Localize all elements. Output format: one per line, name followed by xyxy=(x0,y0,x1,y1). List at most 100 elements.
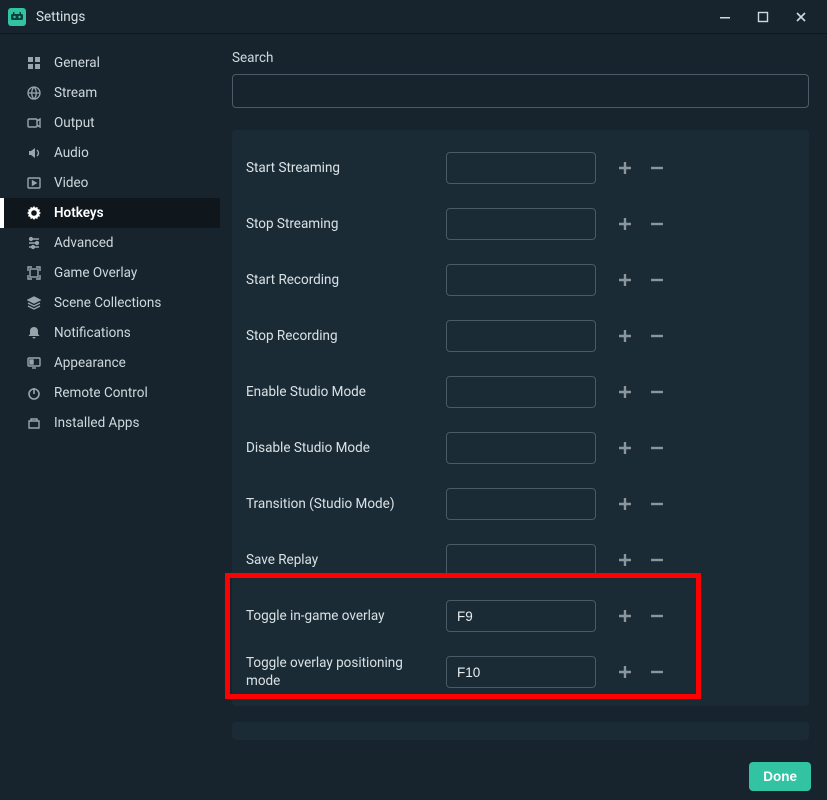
nav-label: Hotkeys xyxy=(54,205,104,221)
hotkey-input-save-replay[interactable] xyxy=(446,544,596,576)
nav-label: Installed Apps xyxy=(54,415,139,431)
nav-item-audio[interactable]: Audio xyxy=(0,138,220,168)
nav-item-notifications[interactable]: Notifications xyxy=(0,318,220,348)
hotkey-input-start-recording[interactable] xyxy=(446,264,596,296)
nav-label: Notifications xyxy=(54,325,131,341)
hotkey-label: Toggle overlay positioning mode xyxy=(246,654,446,690)
remove-hotkey-button[interactable] xyxy=(648,327,666,345)
maximize-button[interactable] xyxy=(745,3,781,31)
apps-icon xyxy=(26,415,42,431)
nav-label: Advanced xyxy=(54,235,114,251)
search-label: Search xyxy=(232,50,809,66)
power-icon xyxy=(26,385,42,401)
nav-label: Game Overlay xyxy=(54,265,137,281)
hotkey-input-start-streaming[interactable] xyxy=(446,152,596,184)
add-hotkey-button[interactable] xyxy=(616,495,634,513)
remove-hotkey-button[interactable] xyxy=(648,495,666,513)
titlebar: Settings xyxy=(0,0,827,34)
hotkey-input-disable-studio[interactable] xyxy=(446,432,596,464)
remove-hotkey-button[interactable] xyxy=(648,215,666,233)
hotkey-input-toggle-overlay[interactable] xyxy=(446,600,596,632)
done-button[interactable]: Done xyxy=(749,762,811,791)
remove-hotkey-button[interactable] xyxy=(648,607,666,625)
nav-label: Stream xyxy=(54,85,97,101)
hotkey-row-disable-studio: Disable Studio Mode xyxy=(246,420,791,476)
window-title: Settings xyxy=(36,9,707,25)
nav-item-output[interactable]: Output xyxy=(0,108,220,138)
nav-label: Output xyxy=(54,115,95,131)
nav-label: Audio xyxy=(54,145,89,161)
remove-hotkey-button[interactable] xyxy=(648,439,666,457)
hotkey-row-stop-recording: Stop Recording xyxy=(246,308,791,364)
appearance-icon xyxy=(26,355,42,371)
hotkey-input-stop-recording[interactable] xyxy=(446,320,596,352)
hotkey-row-stop-streaming: Stop Streaming xyxy=(246,196,791,252)
app-icon xyxy=(8,8,26,26)
add-hotkey-button[interactable] xyxy=(616,327,634,345)
main: Search Start Streaming Stop Streaming xyxy=(220,34,827,752)
sidebar: General Stream Output Audio Video Hotkey… xyxy=(0,34,220,752)
nav-item-general[interactable]: General xyxy=(0,48,220,78)
nav-item-installed-apps[interactable]: Installed Apps xyxy=(0,408,220,438)
nav-label: Remote Control xyxy=(54,385,148,401)
nav-item-appearance[interactable]: Appearance xyxy=(0,348,220,378)
remove-hotkey-button[interactable] xyxy=(648,551,666,569)
overlay-icon xyxy=(26,265,42,281)
add-hotkey-button[interactable] xyxy=(616,271,634,289)
nav-item-stream[interactable]: Stream xyxy=(0,78,220,108)
remove-hotkey-button[interactable] xyxy=(648,663,666,681)
hotkey-label: Stop Recording xyxy=(246,327,446,345)
bell-icon xyxy=(26,325,42,341)
window-controls xyxy=(707,3,819,31)
hotkey-label: Enable Studio Mode xyxy=(246,383,446,401)
close-button[interactable] xyxy=(783,3,819,31)
add-hotkey-button[interactable] xyxy=(616,159,634,177)
grid-icon xyxy=(26,55,42,71)
hotkey-row-save-replay: Save Replay xyxy=(246,532,791,588)
hotkeys-panel: Start Streaming Stop Streaming Start Rec… xyxy=(232,130,809,706)
footer: Done xyxy=(0,752,827,800)
nav-item-remote-control[interactable]: Remote Control xyxy=(0,378,220,408)
nav-item-advanced[interactable]: Advanced xyxy=(0,228,220,258)
nav-item-game-overlay[interactable]: Game Overlay xyxy=(0,258,220,288)
nav-label: General xyxy=(54,55,100,71)
hotkey-input-transition[interactable] xyxy=(446,488,596,520)
add-hotkey-button[interactable] xyxy=(616,439,634,457)
remove-hotkey-button[interactable] xyxy=(648,383,666,401)
hotkey-label: Toggle in-game overlay xyxy=(246,607,446,625)
remove-hotkey-button[interactable] xyxy=(648,159,666,177)
hotkey-label: Disable Studio Mode xyxy=(246,439,446,457)
nav-item-hotkeys[interactable]: Hotkeys xyxy=(0,198,220,228)
hotkey-row-toggle-overlay: Toggle in-game overlay xyxy=(246,588,791,644)
gear-icon xyxy=(26,205,42,221)
nav-label: Scene Collections xyxy=(54,295,161,311)
nav-label: Appearance xyxy=(54,355,126,371)
hotkey-row-start-streaming: Start Streaming xyxy=(246,140,791,196)
hotkey-input-enable-studio[interactable] xyxy=(446,376,596,408)
nav-label: Video xyxy=(54,175,88,191)
hotkey-row-toggle-positioning: Toggle overlay positioning mode xyxy=(246,644,791,700)
add-hotkey-button[interactable] xyxy=(616,215,634,233)
hotkey-row-start-recording: Start Recording xyxy=(246,252,791,308)
add-hotkey-button[interactable] xyxy=(616,607,634,625)
nav-item-scene-collections[interactable]: Scene Collections xyxy=(0,288,220,318)
hotkey-label: Start Recording xyxy=(246,271,446,289)
add-hotkey-button[interactable] xyxy=(616,551,634,569)
minimize-button[interactable] xyxy=(707,3,743,31)
hotkey-input-stop-streaming[interactable] xyxy=(446,208,596,240)
hotkey-label: Stop Streaming xyxy=(246,215,446,233)
add-hotkey-button[interactable] xyxy=(616,383,634,401)
search-input[interactable] xyxy=(232,74,809,108)
next-panel xyxy=(232,722,809,740)
video-icon xyxy=(26,175,42,191)
nav-item-video[interactable]: Video xyxy=(0,168,220,198)
hotkey-label: Start Streaming xyxy=(246,159,446,177)
hotkey-row-enable-studio: Enable Studio Mode xyxy=(246,364,791,420)
remove-hotkey-button[interactable] xyxy=(648,271,666,289)
hotkey-input-toggle-positioning[interactable] xyxy=(446,656,596,688)
add-hotkey-button[interactable] xyxy=(616,663,634,681)
hotkey-row-transition: Transition (Studio Mode) xyxy=(246,476,791,532)
sliders-icon xyxy=(26,235,42,251)
hotkey-label: Transition (Studio Mode) xyxy=(246,495,446,513)
layers-icon xyxy=(26,295,42,311)
